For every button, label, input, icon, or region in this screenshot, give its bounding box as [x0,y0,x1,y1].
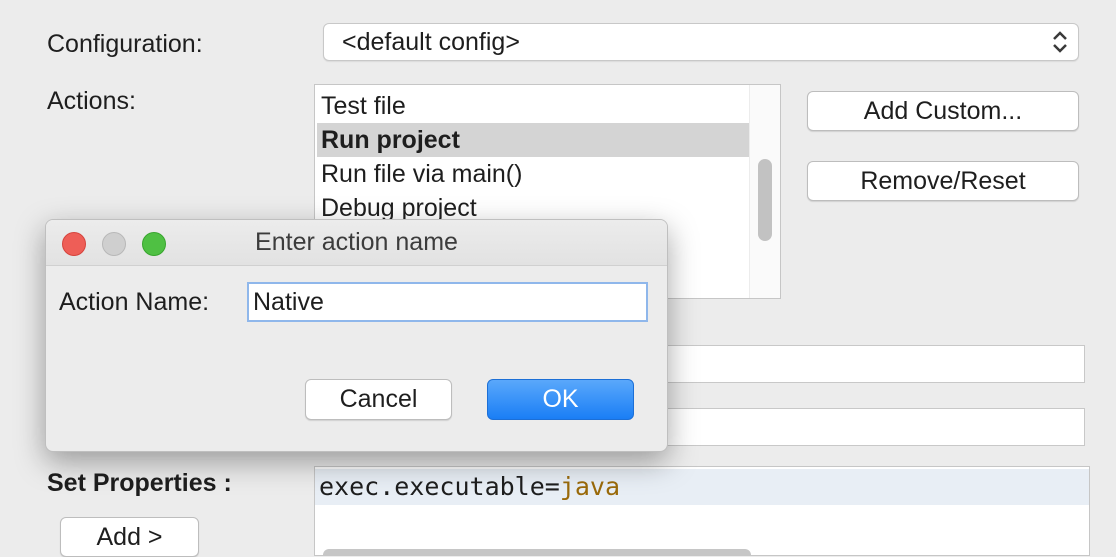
actions-label: Actions: [47,87,136,115]
property-key: exec.executable= [319,472,560,501]
list-item[interactable]: Test file [317,89,749,123]
action-field-1[interactable] [650,345,1085,383]
properties-textarea[interactable]: exec.executable=java [314,466,1090,556]
ok-button[interactable]: OK [487,379,634,420]
action-name-input[interactable] [247,282,648,322]
properties-line: exec.executable=java [315,469,1089,505]
action-field-2[interactable] [650,408,1085,446]
list-item[interactable]: Run file via main() [317,157,749,191]
dialog-title: Enter action name [255,228,458,256]
enter-action-name-dialog: Enter action name Action Name: Cancel OK [45,219,668,452]
configuration-select[interactable]: <default config> [323,23,1079,61]
cancel-button[interactable]: Cancel [305,379,452,420]
actions-scrollbar[interactable] [749,85,780,298]
add-custom-button[interactable]: Add Custom... [807,91,1079,131]
list-item[interactable]: Run project [317,123,749,157]
chevron-updown-icon [1053,31,1067,53]
configuration-label: Configuration: [47,30,203,58]
set-properties-label: Set Properties : [47,469,232,497]
dialog-titlebar[interactable]: Enter action name [46,220,667,266]
configuration-selected-value: <default config> [342,28,520,56]
add-property-button[interactable]: Add > [60,517,199,557]
property-value: java [559,472,621,501]
action-name-label: Action Name: [59,288,210,316]
properties-scrollbar[interactable] [323,549,751,555]
scrollbar-thumb[interactable] [758,159,772,241]
remove-reset-button[interactable]: Remove/Reset [807,161,1079,201]
